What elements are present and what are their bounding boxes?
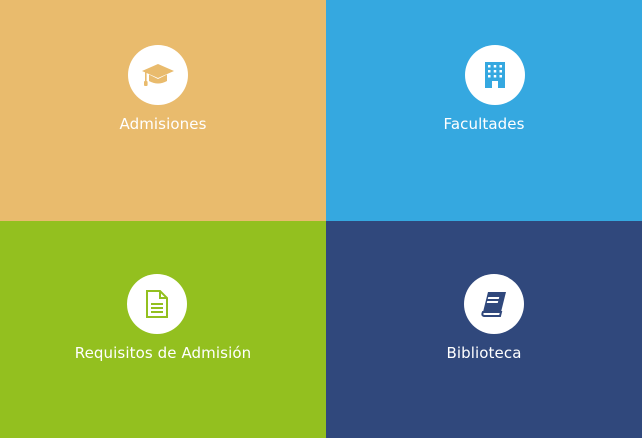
admisiones-tile[interactable]: Admisiones <box>0 0 326 221</box>
document-icon <box>145 290 169 318</box>
graduation-cap-icon <box>141 62 175 88</box>
facultades-label: Facultades <box>443 115 525 133</box>
quick-links-grid: Admisiones Facultades Requisitos de Admi… <box>0 0 642 438</box>
biblioteca-label: Biblioteca <box>446 344 522 362</box>
book-icon <box>480 290 508 318</box>
facultades-tile[interactable]: Facultades <box>326 0 642 221</box>
admisiones-label: Admisiones <box>119 115 207 133</box>
building-icon <box>484 61 506 89</box>
admisiones-icon-circle <box>128 45 188 105</box>
requisitos-tile[interactable]: Requisitos de Admisión <box>0 221 326 438</box>
requisitos-icon-circle <box>127 274 187 334</box>
facultades-icon-circle <box>465 45 525 105</box>
biblioteca-icon-circle <box>464 274 524 334</box>
requisitos-label: Requisitos de Admisión <box>74 344 252 362</box>
biblioteca-tile[interactable]: Biblioteca <box>326 221 642 438</box>
